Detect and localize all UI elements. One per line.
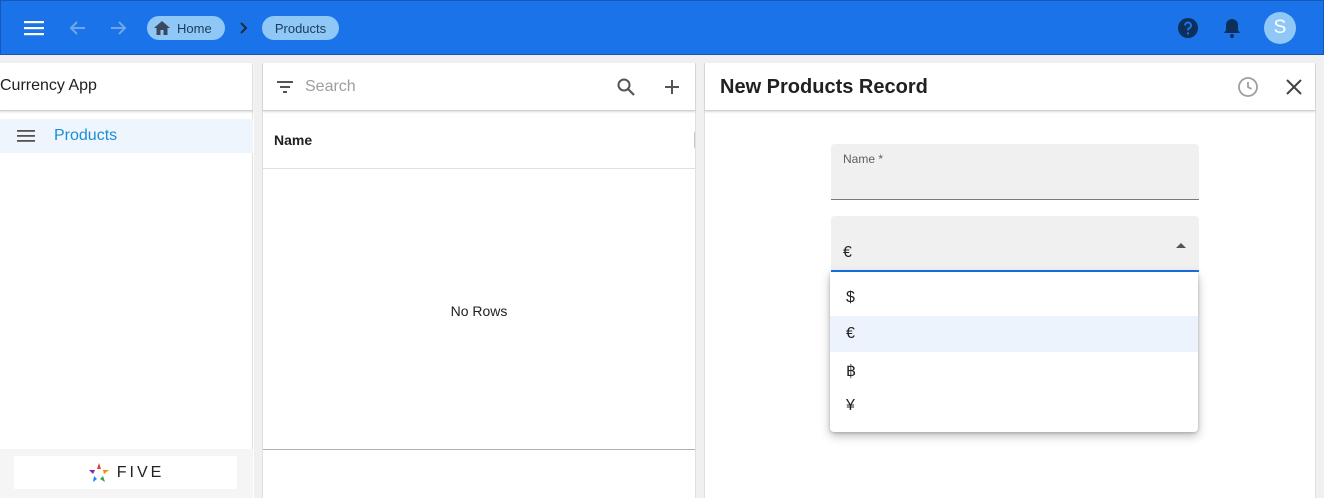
breadcrumb-home[interactable]: Home bbox=[147, 16, 225, 40]
breadcrumb-home-label: Home bbox=[177, 20, 212, 36]
menu-icon[interactable] bbox=[21, 15, 47, 41]
breadcrumb-products-label: Products bbox=[274, 20, 327, 36]
panel-gutter bbox=[696, 63, 704, 498]
search-input[interactable] bbox=[305, 75, 595, 99]
five-logo-icon bbox=[88, 462, 109, 482]
close-icon[interactable] bbox=[1283, 76, 1305, 98]
caret-up-icon[interactable] bbox=[1175, 238, 1187, 250]
currency-select[interactable]: € bbox=[831, 216, 1199, 272]
name-field[interactable]: Name * bbox=[831, 144, 1199, 200]
help-icon[interactable] bbox=[1176, 16, 1200, 40]
dropdown-option-label: ¥ bbox=[846, 397, 855, 414]
table-header: Name bbox=[263, 112, 695, 169]
dropdown-option-label: € bbox=[846, 325, 855, 342]
form-title: New Products Record bbox=[720, 76, 928, 98]
column-header-name[interactable]: Name bbox=[274, 132, 312, 148]
currency-dropdown-menu: $ € ฿ ¥ bbox=[830, 272, 1198, 432]
list-panel: Name No Rows bbox=[262, 63, 696, 498]
form-header: New Products Record bbox=[705, 63, 1315, 111]
right-gutter bbox=[1316, 63, 1324, 498]
list-divider bbox=[263, 449, 695, 450]
dropdown-option-euro[interactable]: € bbox=[830, 316, 1198, 352]
sidebar-item-label: Products bbox=[54, 127, 118, 144]
empty-state-text: No Rows bbox=[450, 303, 508, 319]
add-icon[interactable] bbox=[661, 76, 683, 98]
panel-gutter bbox=[254, 63, 262, 498]
column-resize-handle[interactable] bbox=[694, 132, 695, 148]
sidebar-item-products[interactable]: Products bbox=[0, 119, 253, 153]
chevron-right-icon bbox=[237, 19, 251, 37]
user-avatar[interactable]: S bbox=[1264, 12, 1296, 44]
notifications-bell-icon[interactable] bbox=[1220, 16, 1244, 40]
five-logo: FIVE bbox=[14, 456, 237, 489]
list-menu-icon bbox=[16, 126, 36, 146]
app-bar: Home Products S bbox=[0, 0, 1324, 55]
dropdown-option-label: ฿ bbox=[846, 363, 857, 380]
dropdown-option-yen[interactable]: ¥ bbox=[830, 388, 1198, 424]
dropdown-option-dollar[interactable]: $ bbox=[830, 280, 1198, 316]
five-logo-text: FIVE bbox=[116, 463, 165, 481]
breadcrumb-products[interactable]: Products bbox=[262, 16, 339, 40]
forward-arrow-icon[interactable] bbox=[105, 15, 131, 41]
filter-icon[interactable] bbox=[275, 77, 295, 97]
currency-select-value: € bbox=[843, 244, 852, 261]
app-title-bar: Currency App bbox=[0, 63, 253, 111]
history-clock-icon[interactable] bbox=[1237, 76, 1259, 98]
sidebar-footer: FIVE bbox=[0, 449, 253, 498]
name-field-label: Name * bbox=[843, 152, 884, 166]
dropdown-option-baht[interactable]: ฿ bbox=[830, 352, 1198, 388]
back-arrow-icon[interactable] bbox=[65, 15, 91, 41]
list-toolbar bbox=[263, 63, 695, 111]
top-gap bbox=[0, 55, 1324, 63]
sidebar: Currency App Products FIVE bbox=[0, 63, 253, 498]
app-title: Currency App bbox=[0, 77, 97, 94]
dropdown-option-label: $ bbox=[846, 289, 855, 306]
search-icon[interactable] bbox=[615, 76, 637, 98]
home-icon bbox=[154, 21, 170, 35]
